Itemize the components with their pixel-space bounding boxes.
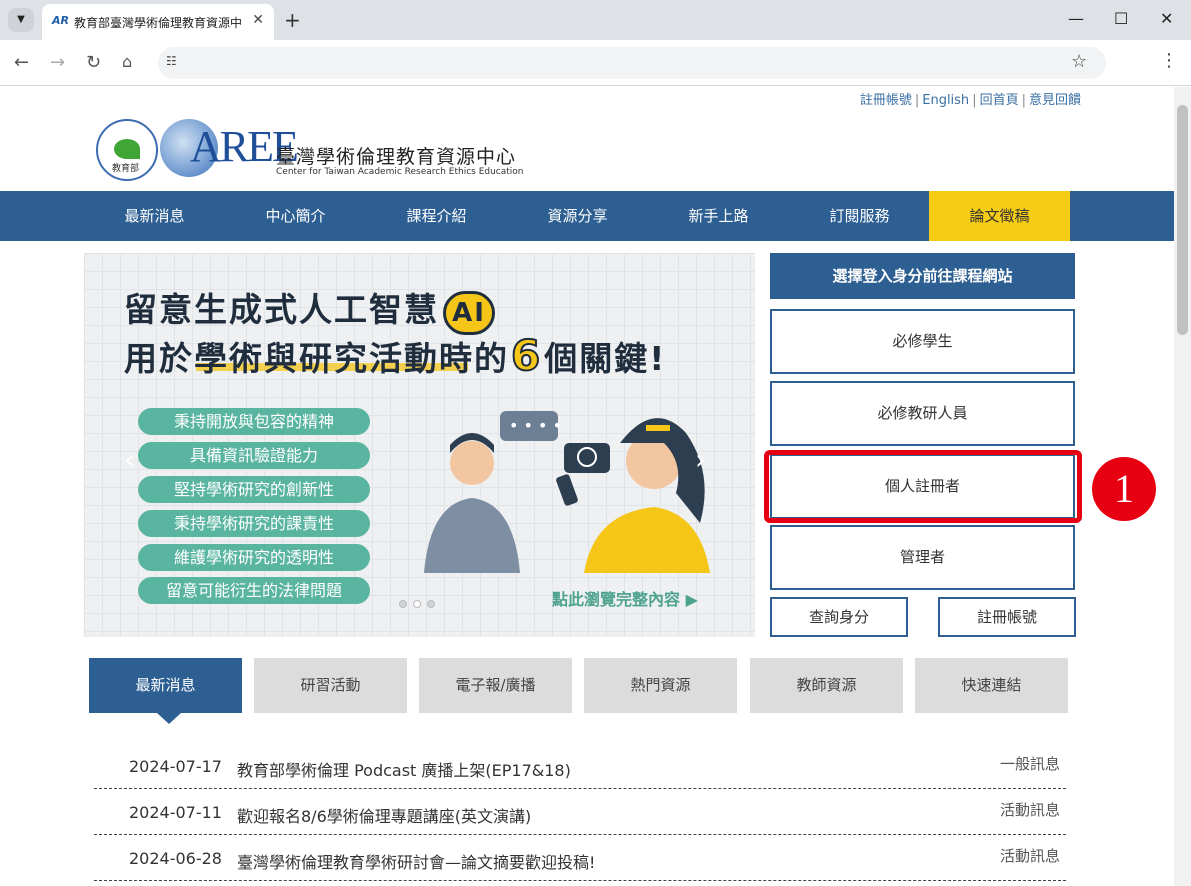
home-link[interactable]: 回首頁 <box>980 93 1019 108</box>
banner-headline-1: 留意生成式人工智慧 AI <box>124 283 495 335</box>
register-link[interactable]: 註冊帳號 <box>860 93 912 108</box>
ministry-of-education-logo[interactable]: 教育部 <box>96 119 158 181</box>
tab-search-button[interactable]: ▼ <box>8 8 34 32</box>
carousel-dot[interactable] <box>427 600 435 608</box>
site-settings-icon[interactable]: ☷ <box>166 54 184 72</box>
active-tab-caret <box>157 713 181 724</box>
news-tag: 活動訊息 <box>999 801 1060 819</box>
news-row[interactable]: 2024-07-17 教育部學術倫理 Podcast 廣播上架(EP17&18)… <box>94 743 1066 789</box>
scrollbar-thumb[interactable] <box>1177 105 1188 335</box>
english-link[interactable]: English <box>922 93 969 108</box>
reload-icon[interactable]: ↻ <box>86 52 101 73</box>
address-bar[interactable]: ☷ <box>158 47 1106 79</box>
new-tab-button[interactable]: + <box>284 8 301 32</box>
forward-icon[interactable]: → <box>50 52 65 73</box>
svg-text:• • • •: • • • • <box>509 416 562 435</box>
aree-logo[interactable]: AREE <box>160 117 299 179</box>
nav-resources[interactable]: 資源分享 <box>507 191 648 241</box>
prev-slide-icon[interactable]: ‹ <box>124 443 135 476</box>
news-date: 2024-07-17 <box>129 757 222 776</box>
browser-menu-icon[interactable]: ⋮ <box>1160 50 1178 71</box>
banner-pill: 堅持學術研究的創新性 <box>138 476 370 503</box>
news-tag: 活動訊息 <box>999 847 1060 865</box>
news-row[interactable]: 2024-07-11 歡迎報名8/6學術倫理專題講座(英文演講) 活動訊息 <box>94 789 1066 835</box>
news-date: 2024-06-28 <box>129 849 222 868</box>
browser-toolbar: ← → ↻ ⌂ ☷ ☆ ⋮ <box>0 40 1191 86</box>
login-panel-title: 選擇登入身分前往課程網站 <box>770 253 1075 299</box>
maximize-icon[interactable]: ☐ <box>1114 9 1128 28</box>
feedback-link[interactable]: 意見回饋 <box>1029 93 1081 108</box>
main-nav: 最新消息 中心簡介 課程介紹 資源分享 新手上路 訂閱服務 論文徵稿 <box>0 191 1174 241</box>
carousel-dots <box>399 593 441 612</box>
register-account-button[interactable]: 註冊帳號 <box>938 597 1076 637</box>
step-badge: 1 <box>1092 457 1156 521</box>
minimize-icon[interactable]: — <box>1068 9 1084 28</box>
highlight-frame <box>764 450 1082 523</box>
bookmark-star-icon[interactable]: ☆ <box>1071 51 1087 72</box>
nav-latest-news[interactable]: 最新消息 <box>84 191 225 241</box>
close-tab-icon[interactable]: ✕ <box>252 12 264 28</box>
query-identity-button[interactable]: 查詢身分 <box>770 597 908 637</box>
nav-subscribe[interactable]: 訂閱服務 <box>789 191 930 241</box>
banner-carousel[interactable]: 留意生成式人工智慧 AI 用於學術與研究活動時的6個關鍵! 秉持開放與包容的精神 … <box>84 253 755 637</box>
people-chat-illustration: • • • • <box>424 411 710 573</box>
banner-pill: 留意可能衍生的法律問題 <box>138 577 370 604</box>
banner-headline-2: 用於學術與研究活動時的6個關鍵! <box>124 330 667 381</box>
home-icon[interactable]: ⌂ <box>122 52 132 71</box>
news-tag: 一般訊息 <box>999 755 1060 773</box>
next-slide-icon[interactable]: › <box>695 443 706 476</box>
tab-teacher-resources[interactable]: 教師資源 <box>750 658 903 713</box>
tab-popular-resources[interactable]: 熱門資源 <box>584 658 737 713</box>
ai-badge: AI <box>443 291 495 335</box>
banner-pill: 秉持學術研究的課責性 <box>138 510 370 537</box>
nav-courses[interactable]: 課程介紹 <box>366 191 507 241</box>
banner-pill: 具備資訊驗證能力 <box>138 442 370 469</box>
six-numeral: 6 <box>510 330 543 381</box>
banner-pill: 維護學術研究的透明性 <box>138 544 370 571</box>
tab-latest-news[interactable]: 最新消息 <box>89 658 242 713</box>
nav-call-for-papers[interactable]: 論文徵稿 <box>929 191 1070 241</box>
site-title: 臺灣學術倫理教育資源中心 <box>276 146 517 168</box>
browser-tab[interactable]: AR 教育部臺灣學術倫理教育資源中 ✕ <box>42 4 274 40</box>
tab-workshops[interactable]: 研習活動 <box>254 658 407 713</box>
carousel-dot-active[interactable] <box>413 600 421 608</box>
administrator-button[interactable]: 管理者 <box>770 525 1075 590</box>
back-icon[interactable]: ← <box>14 52 29 73</box>
site-subtitle: Center for Taiwan Academic Research Ethi… <box>276 167 524 177</box>
news-title[interactable]: 臺灣學術倫理教育學術研討會—論文摘要歡迎投稿! <box>237 849 595 873</box>
top-links: 註冊帳號 | English | 回首頁 | 意見回饋 <box>859 93 1081 108</box>
news-date: 2024-07-11 <box>129 803 222 822</box>
carousel-dot[interactable] <box>399 600 407 608</box>
view-more-link[interactable]: 點此瀏覽完整內容 ▶ <box>552 586 698 610</box>
nav-about[interactable]: 中心簡介 <box>225 191 366 241</box>
leaf-icon <box>114 139 140 159</box>
banner-pill: 秉持開放與包容的精神 <box>138 408 370 435</box>
tab-title: 教育部臺灣學術倫理教育資源中 <box>74 16 243 30</box>
tab-newsletter[interactable]: 電子報/廣播 <box>419 658 572 713</box>
site-favicon-icon: AR <box>52 14 69 27</box>
moe-label: 教育部 <box>112 164 140 174</box>
news-row[interactable]: 2024-06-28 臺灣學術倫理教育學術研討會—論文摘要歡迎投稿! 活動訊息 <box>94 835 1066 881</box>
web-page: 註冊帳號 | English | 回首頁 | 意見回饋 教育部 AREE 臺灣學術倫理教育資… <box>0 87 1174 886</box>
tab-quick-links[interactable]: 快速連結 <box>915 658 1068 713</box>
required-faculty-button[interactable]: 必修教研人員 <box>770 381 1075 446</box>
page-scrollbar[interactable] <box>1174 87 1191 886</box>
browser-tab-strip: ▼ AR 教育部臺灣學術倫理教育資源中 ✕ + — ☐ ✕ <box>0 0 1191 40</box>
close-window-icon[interactable]: ✕ <box>1160 9 1173 28</box>
nav-getting-started[interactable]: 新手上路 <box>648 191 789 241</box>
news-title[interactable]: 教育部學術倫理 Podcast 廣播上架(EP17&18) <box>237 757 571 781</box>
required-student-button[interactable]: 必修學生 <box>770 309 1075 374</box>
news-title[interactable]: 歡迎報名8/6學術倫理專題講座(英文演講) <box>237 803 531 827</box>
